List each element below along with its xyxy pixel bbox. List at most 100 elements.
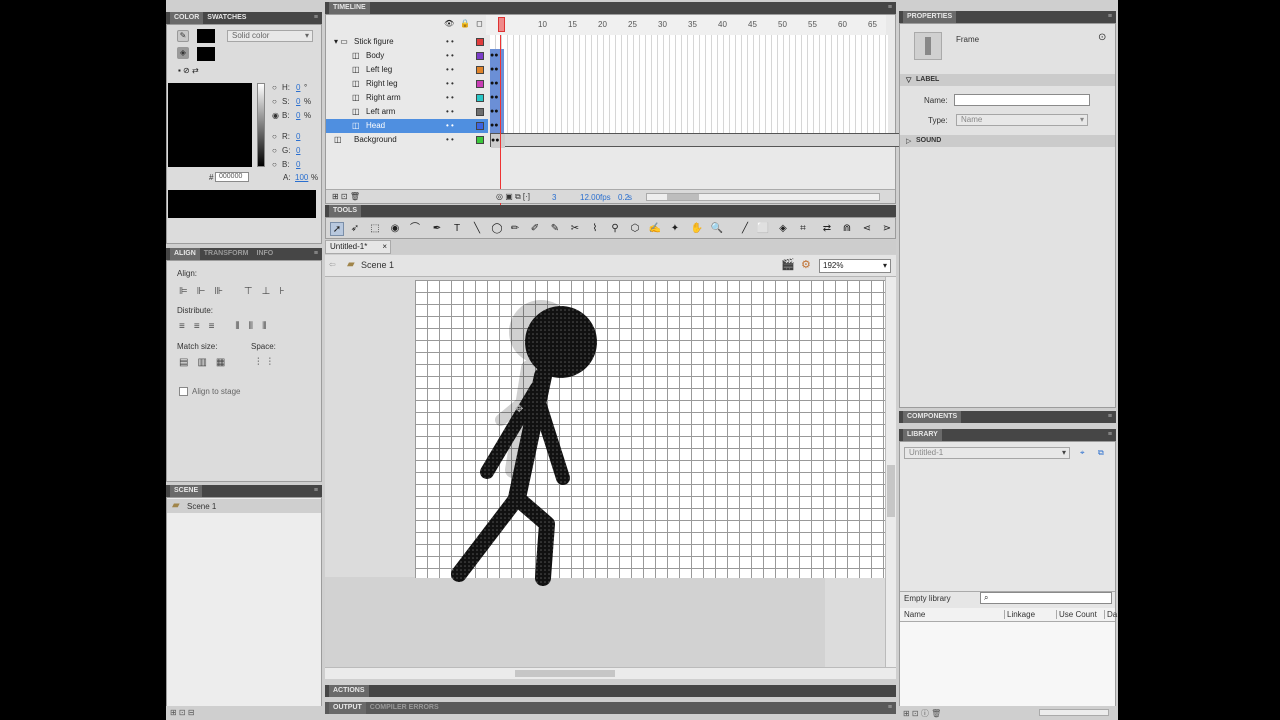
free-transform-icon[interactable]: ⬚ [368, 222, 382, 236]
sat-radio[interactable]: ○ [272, 97, 277, 106]
distribute-buttons-icon[interactable]: ≡≡≡ ⦀⦀⦀ [179, 321, 275, 332]
ink-bottle-icon[interactable]: ⬡ [628, 222, 642, 236]
3d-rotation-icon[interactable]: ◉ [388, 222, 402, 236]
options-icon[interactable]: ⋗ [880, 222, 894, 236]
playhead[interactable] [498, 17, 505, 32]
panel-menu-icon[interactable]: ≡ [314, 12, 318, 24]
add-scene-icon[interactable]: ⊞ ⊡ ⊟ [170, 708, 195, 717]
pencil-tool-icon[interactable]: ✏ [508, 222, 522, 236]
scene-breadcrumb[interactable]: Scene 1 [361, 260, 394, 270]
layer-outline-color[interactable] [476, 52, 484, 60]
onion-skin-icon[interactable]: ◎ ▣ ⧉ [·] [496, 192, 530, 202]
layer-row[interactable]: ◫ Background • • [326, 133, 488, 147]
column-linkage[interactable]: Linkage [1004, 610, 1035, 619]
tab-info[interactable]: INFO [253, 248, 278, 260]
stage-hscrollbar[interactable] [325, 667, 896, 679]
layer-outline-color[interactable] [476, 108, 484, 116]
layer-frames[interactable] [490, 35, 888, 49]
hue-radio[interactable]: ○ [272, 83, 277, 92]
color-spectrum[interactable] [168, 83, 252, 167]
swap-colors-icon[interactable]: ▪ ⊘ ⇄ [178, 66, 199, 75]
scene-list-item[interactable]: ▰ Scene 1 [167, 499, 321, 513]
visibility-lock-dots[interactable]: • • [446, 91, 454, 105]
tab-output[interactable]: OUTPUT [329, 702, 366, 714]
fill-type-select[interactable]: Solid color ▾ [227, 30, 313, 42]
edit-symbols-icon[interactable]: ⚙ [801, 258, 811, 271]
panel-menu-icon[interactable]: ≡ [1108, 11, 1112, 23]
g-radio[interactable]: ○ [272, 146, 277, 155]
pen-tool-icon[interactable]: ✒ [430, 222, 444, 236]
visibility-lock-dots[interactable]: • • [446, 133, 454, 147]
eyedropper-icon[interactable]: ✍ [648, 222, 662, 236]
r-radio[interactable]: ○ [272, 132, 277, 141]
new-library-icon[interactable]: ⧉ [1098, 448, 1104, 458]
brush-tool-icon[interactable]: ✐ [528, 222, 542, 236]
paint-bucket-icon[interactable]: ⚲ [608, 222, 622, 236]
visibility-lock-dots[interactable]: • • [446, 105, 454, 119]
head-shape[interactable] [525, 306, 597, 378]
panel-menu-icon[interactable]: ≡ [888, 2, 892, 14]
zoom-tool-icon[interactable]: 🔍 [710, 222, 724, 236]
stage-area[interactable]: ✥ [325, 277, 885, 667]
visibility-lock-dots[interactable]: • • [446, 119, 454, 133]
keyframe[interactable]: ●● [490, 77, 504, 91]
zoom-select[interactable]: 192% ▾ [819, 259, 891, 273]
stage-vscrollbar[interactable] [885, 277, 896, 667]
layer-frames[interactable]: ●● [490, 119, 888, 133]
layer-frames[interactable]: ●● [490, 105, 888, 119]
panel-menu-icon[interactable]: ≡ [1108, 429, 1112, 441]
keyframe[interactable]: ●● [490, 63, 504, 77]
fill-color-icon[interactable]: ◈ [177, 47, 189, 59]
panel-menu-icon[interactable]: ≡ [888, 702, 892, 714]
library-doc-select[interactable]: Untitled-1 ▾ [904, 447, 1070, 459]
brightness-slider[interactable] [257, 83, 265, 167]
layer-outline-color[interactable] [476, 66, 484, 74]
fps-value[interactable]: 12.00 [580, 193, 600, 202]
document-tab[interactable]: Untitled-1* × [325, 240, 391, 254]
oval-tool-icon[interactable]: ◯ [490, 222, 504, 236]
back-arrow-icon[interactable]: ⇦ [329, 260, 336, 269]
help-icon[interactable]: ⊙ [1098, 32, 1106, 43]
tab-color[interactable]: COLOR [170, 12, 204, 24]
tab-transform[interactable]: TRANSFORM [200, 248, 253, 260]
align-buttons-icon[interactable]: ⊫⊩⊪ ⊤⊥⊦ [179, 286, 294, 297]
visibility-lock-dots[interactable]: • • [446, 49, 454, 63]
b-value[interactable]: 0 [296, 160, 300, 169]
g-value[interactable]: 0 [296, 146, 300, 155]
new-symbol-icon[interactable]: ⊞ ⊡ ⓘ 🗑 [903, 709, 941, 718]
selection-tool-icon[interactable]: ➚ [330, 222, 344, 236]
r-value[interactable]: 0 [296, 132, 300, 141]
keyframe[interactable] [490, 35, 504, 49]
components-header[interactable]: COMPONENTS ≡ [899, 411, 1116, 423]
layer-frames[interactable]: ●● [490, 63, 888, 77]
layer-outline-color[interactable] [476, 80, 484, 88]
line-tool-icon[interactable]: ╲ [470, 222, 484, 236]
keyframe[interactable]: ●● [490, 119, 504, 133]
alpha-value[interactable]: 100 [295, 173, 308, 182]
space-buttons-icon[interactable]: ⫶⫶ [257, 357, 280, 368]
sound-section[interactable]: ▷ SOUND [900, 135, 1115, 147]
right-leg-shape[interactable] [509, 490, 555, 586]
stroke-color-swatch[interactable] [197, 29, 215, 43]
frame-ruler[interactable]: 5101520253035404550556065 [486, 15, 886, 35]
deco-tool-icon[interactable]: ✎ [548, 222, 562, 236]
b-radio[interactable]: ○ [272, 160, 277, 169]
layer-row[interactable]: ◫ Left arm • • [326, 105, 488, 119]
panel-menu-icon[interactable]: ≡ [1108, 411, 1112, 423]
keyframe[interactable]: ●● [491, 134, 505, 148]
eye-lock-outline-icons[interactable]: 👁🔒◻ [444, 19, 489, 28]
align-to-stage-checkbox[interactable] [179, 387, 188, 396]
close-tab-icon[interactable]: × [382, 241, 387, 253]
library-search-input[interactable]: ⌕ [980, 592, 1112, 604]
fill-color-swatch[interactable] [197, 47, 215, 61]
tab-swatches[interactable]: SWATCHES [203, 12, 250, 24]
left-leg-shape[interactable] [451, 490, 525, 582]
stick-figure[interactable]: ✥ [415, 280, 885, 600]
visibility-lock-dots[interactable]: • • [446, 77, 454, 91]
keyframe[interactable]: ●● [490, 49, 504, 63]
bind-tool-icon[interactable]: ⌇ [588, 222, 602, 236]
layer-row[interactable]: ◫ Body • • [326, 49, 488, 63]
layer-row[interactable]: ◫ Left leg • • [326, 63, 488, 77]
subselection-tool-icon[interactable]: ➶ [348, 222, 362, 236]
layer-frames[interactable]: ●● [490, 77, 888, 91]
